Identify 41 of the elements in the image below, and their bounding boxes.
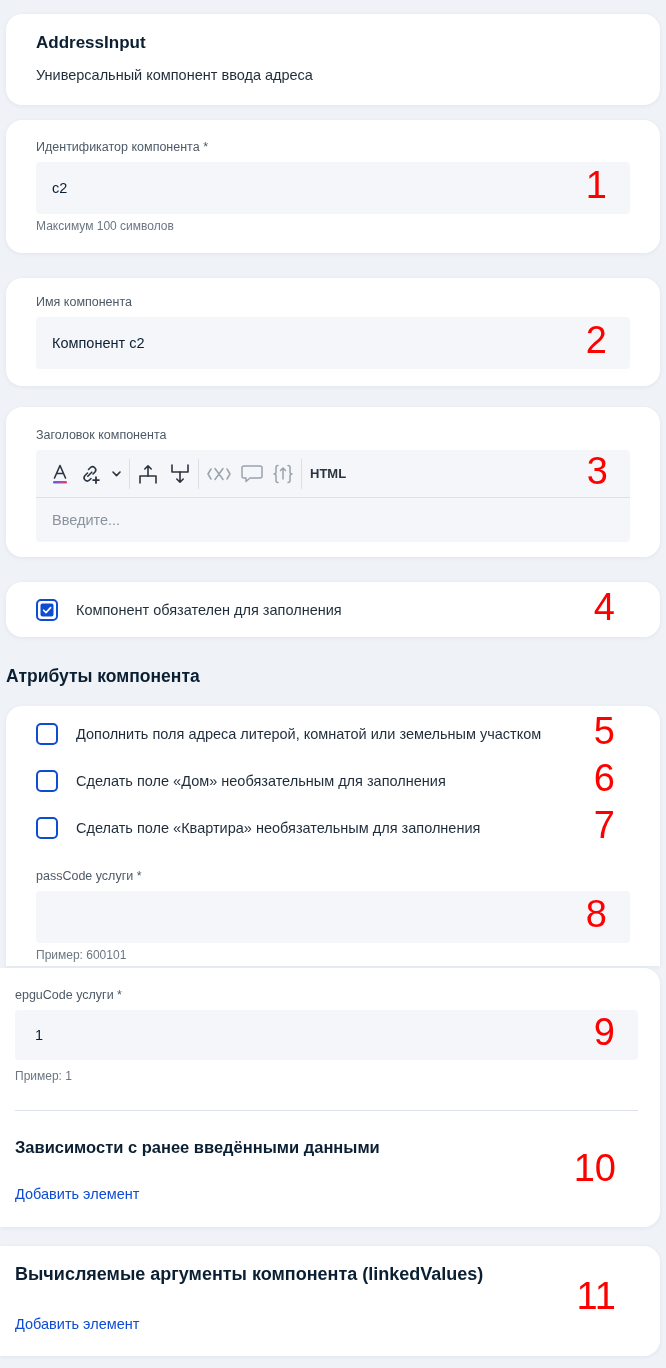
callout-number: 7 (593, 805, 615, 844)
checkbox[interactable] (36, 770, 58, 792)
field-label: epguCode услуги * (15, 987, 123, 1004)
link-plus-icon[interactable] (80, 463, 100, 484)
checkbox-label: Дополнить поля адреса литерой, комнатой или земельным участком (76, 725, 542, 744)
callout-number: 11 (576, 1276, 616, 1315)
insert-below-icon[interactable] (170, 463, 190, 484)
text-color-icon[interactable] (52, 463, 68, 484)
callout-number: 3 (586, 451, 608, 490)
field-hint: Максимум 100 символов (36, 218, 175, 234)
callout-number: 4 (593, 587, 615, 626)
callout-number: 10 (573, 1148, 616, 1187)
component-description: Универсальный компонент ввода адреса (36, 66, 314, 85)
field-hint: Пример: 1 (15, 1068, 73, 1084)
callout-number: 6 (593, 758, 615, 797)
checkbox-label: Сделать поле «Дом» необязательным для заполнения (76, 772, 446, 791)
checkbox[interactable] (36, 817, 58, 839)
field-label: Имя компонента (36, 294, 133, 311)
editor-input[interactable]: Введите... (36, 498, 630, 542)
section-title: Вычисляемые аргументы компонента (linkedValues) (15, 1263, 485, 1286)
add-element-link[interactable]: Добавить элемент (15, 1184, 140, 1204)
insert-above-icon[interactable] (138, 463, 158, 484)
section-heading: Атрибуты компонента (6, 665, 201, 688)
html-button[interactable]: HTML (310, 463, 347, 484)
callout-number: 2 (585, 320, 607, 359)
checkbox-label: Компонент обязателен для заполнения (76, 600, 342, 620)
callout-number: 8 (585, 894, 607, 933)
callout-number: 9 (593, 1012, 615, 1051)
checkbox[interactable] (36, 598, 58, 621)
field-label: passCode услуги * (36, 868, 143, 885)
caret-icon[interactable] (112, 470, 121, 477)
section-title: Зависимости с ранее введёнными данными (15, 1137, 381, 1158)
callout-number: 5 (593, 711, 615, 750)
component-title: AddressInput (36, 32, 147, 54)
field-label: Заголовок компонента (36, 427, 168, 444)
checkbox[interactable] (36, 723, 58, 745)
callout-number: 1 (585, 165, 607, 204)
field-hint: Пример: 600101 (36, 947, 128, 963)
add-element-link[interactable]: Добавить элемент (15, 1314, 140, 1334)
field-label: Идентификатор компонента * (36, 139, 209, 156)
checkbox-label: Сделать поле «Квартира» необязательным для заполнения (76, 819, 481, 838)
